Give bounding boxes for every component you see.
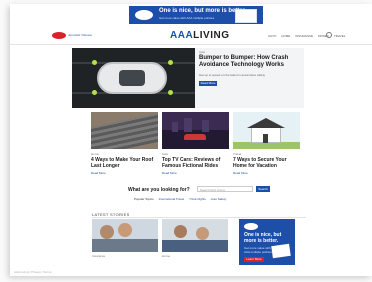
- tv-car-image[interactable]: [162, 112, 229, 149]
- search-bar: What are you looking for? Search AAA Liv…: [128, 185, 278, 195]
- side-ad-cta-button[interactable]: Learn More: [244, 257, 264, 262]
- sensor-dot-icon: [92, 90, 97, 95]
- aaa-logo-icon: [244, 223, 258, 230]
- story-image[interactable]: [92, 219, 158, 252]
- article-card[interactable]: Home 4 Ways to Make Your Roof Last Longe…: [91, 112, 158, 175]
- hero-category[interactable]: Auto: [199, 50, 205, 54]
- top-banner-ad[interactable]: One is nice, but more is better. Get mor…: [129, 6, 263, 24]
- story-image[interactable]: [162, 219, 228, 252]
- article-card[interactable]: Auto Top TV Cars: Reviews of Famous Fict…: [162, 112, 229, 175]
- card-read-more[interactable]: Read More: [162, 171, 229, 175]
- ad-subtext: Get more value with AAA multiple policie…: [159, 16, 215, 20]
- menu-item-home[interactable]: HOME: [281, 34, 290, 38]
- aaa-logo-icon: [135, 10, 153, 20]
- article-card[interactable]: Travel 7 Ways to Secure Your Home for Va…: [233, 112, 300, 175]
- search-button[interactable]: Search: [256, 186, 270, 192]
- divider: [92, 217, 306, 218]
- card-category[interactable]: Auto: [162, 152, 229, 156]
- hero-feature[interactable]: Auto Bumper to Bumper: How Crash Avoidan…: [72, 48, 304, 108]
- topic-link[interactable]: Auto Safety: [211, 197, 227, 201]
- menu-item-travel[interactable]: TRAVEL: [334, 34, 345, 38]
- story-category[interactable]: Insurance: [92, 254, 158, 258]
- card-read-more[interactable]: Read More: [233, 171, 300, 175]
- card-read-more[interactable]: Read More: [91, 171, 158, 175]
- card-title[interactable]: 4 Ways to Make Your Roof Last Longer: [91, 157, 158, 169]
- search-input[interactable]: Search AAA Living: [197, 186, 253, 192]
- hero-subtext: Get up to speed on the latest in automot…: [199, 73, 266, 77]
- card-category[interactable]: Travel: [233, 152, 300, 156]
- menu-item-auto[interactable]: AUTO: [268, 34, 276, 38]
- site-title-prefix: AAA: [170, 30, 194, 41]
- side-ad-headline: One is nice, but more is better.: [244, 232, 282, 244]
- side-ad-subtext: Get more value with AAA multiple policie…: [244, 246, 272, 254]
- car-image: [97, 62, 167, 94]
- hero-image[interactable]: [72, 48, 195, 108]
- credit-card-icon: [271, 243, 291, 259]
- main-menu: AUTO HOME INSURANCE MONEY TRAVEL: [268, 34, 345, 38]
- site-title-suffix: LIVING: [193, 30, 230, 41]
- site-title[interactable]: AAALIVING: [170, 30, 230, 41]
- roof-image[interactable]: [91, 112, 158, 149]
- latest-story-card[interactable]: Home: [162, 219, 228, 258]
- story-category[interactable]: Home: [162, 254, 228, 258]
- topic-link[interactable]: Trivia Nights: [189, 197, 206, 201]
- footer-links[interactable]: AAA Living | Privacy | Terms: [14, 270, 51, 274]
- card-title[interactable]: 7 Ways to Secure Your Home for Vacation: [233, 157, 300, 169]
- ad-headline: One is nice, but more is better.: [159, 8, 247, 14]
- search-icon[interactable]: [326, 32, 332, 38]
- car-image: [184, 134, 206, 140]
- read-more-button[interactable]: Read More: [199, 81, 217, 86]
- card-category[interactable]: Home: [91, 152, 158, 156]
- popular-topics: Popular Topics International Travel Triv…: [134, 197, 226, 201]
- hero-headline[interactable]: Bumper to Bumper: How Crash Avoidance Te…: [199, 55, 302, 69]
- search-prompt: What are you looking for?: [128, 187, 190, 193]
- sensor-dot-icon: [168, 60, 173, 65]
- menu-item-insurance[interactable]: INSURANCE: [295, 34, 313, 38]
- site-header: Join AAA / Renew AAALIVING AUTO HOME INS…: [10, 28, 372, 45]
- card-title[interactable]: Top TV Cars: Reviews of Famous Fictional…: [162, 157, 229, 169]
- house-image[interactable]: [233, 112, 300, 149]
- aaa-logo-icon[interactable]: [52, 32, 66, 39]
- page: One is nice, but more is better. Get mor…: [10, 4, 372, 276]
- topic-link[interactable]: International Travel: [159, 197, 185, 201]
- latest-story-card[interactable]: Insurance: [92, 219, 158, 258]
- sensor-dot-icon: [168, 90, 173, 95]
- sensor-dot-icon: [92, 60, 97, 65]
- site-footer: AAA Living | Privacy | Terms: [10, 268, 372, 276]
- side-ad[interactable]: One is nice, but more is better. Get mor…: [239, 219, 295, 265]
- credit-card-icon: [235, 9, 257, 23]
- popular-topics-label: Popular Topics: [134, 197, 154, 201]
- member-link[interactable]: Join AAA / Renew: [68, 33, 92, 37]
